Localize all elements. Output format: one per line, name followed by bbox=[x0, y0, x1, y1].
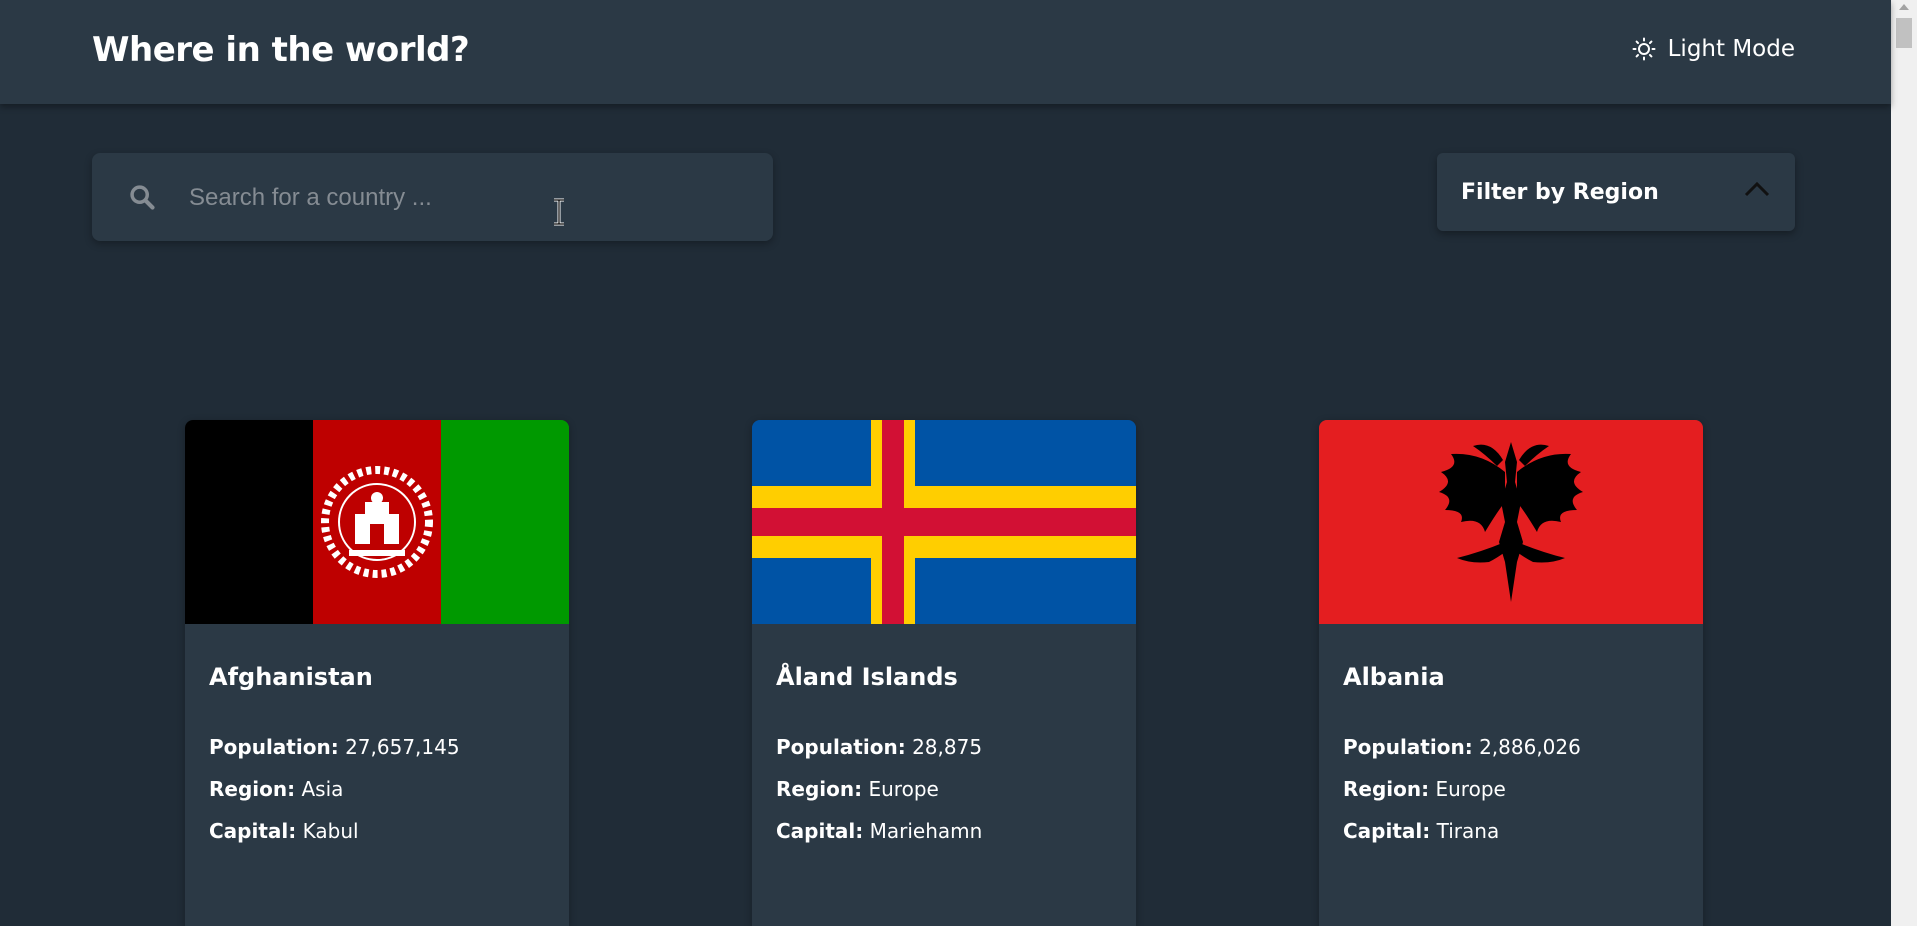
top-bar: Where in the world? Light Mode bbox=[0, 0, 1891, 104]
capital-row: Capital: Kabul bbox=[209, 818, 460, 860]
filter-by-region-dropdown[interactable]: Filter by Region bbox=[1437, 153, 1795, 231]
country-card[interactable]: Åland Islands Population: 28,875 Region:… bbox=[752, 420, 1136, 926]
region-label: Region: bbox=[209, 777, 296, 801]
population-label: Population: bbox=[1343, 735, 1473, 759]
region-row: Region: Asia bbox=[209, 776, 460, 818]
theme-toggle-label: Light Mode bbox=[1667, 36, 1795, 62]
country-facts: Population: 28,875 Region: Europe Capita… bbox=[776, 734, 982, 860]
population-row: Population: 28,875 bbox=[776, 734, 982, 776]
capital-label: Capital: bbox=[776, 819, 864, 843]
scrollbar-thumb[interactable] bbox=[1896, 18, 1912, 48]
country-facts: Population: 27,657,145 Region: Asia Capi… bbox=[209, 734, 460, 860]
capital-label: Capital: bbox=[209, 819, 297, 843]
search-icon bbox=[130, 185, 155, 210]
app-title: Where in the world? bbox=[92, 30, 470, 70]
search-input[interactable] bbox=[187, 173, 751, 223]
capital-value: Tirana bbox=[1436, 819, 1500, 843]
country-name: Åland Islands bbox=[776, 663, 958, 691]
sun-icon bbox=[1632, 37, 1656, 61]
region-value: Europe bbox=[868, 777, 939, 801]
page: Where in the world? Light Mode Filter by… bbox=[0, 0, 1891, 926]
region-label: Region: bbox=[1343, 777, 1430, 801]
population-row: Population: 27,657,145 bbox=[209, 734, 460, 776]
flag-afghanistan bbox=[185, 420, 569, 624]
population-value: 28,875 bbox=[912, 735, 983, 759]
capital-row: Capital: Tirana bbox=[1343, 818, 1581, 860]
scroll-up-arrow-icon[interactable] bbox=[1899, 4, 1909, 10]
region-value: Europe bbox=[1435, 777, 1506, 801]
population-label: Population: bbox=[776, 735, 906, 759]
country-name: Albania bbox=[1343, 663, 1445, 691]
capital-label: Capital: bbox=[1343, 819, 1431, 843]
country-card[interactable]: Albania Population: 2,886,026 Region: Eu… bbox=[1319, 420, 1703, 926]
population-value: 27,657,145 bbox=[345, 735, 460, 759]
capital-value: Kabul bbox=[302, 819, 359, 843]
population-value: 2,886,026 bbox=[1479, 735, 1581, 759]
chevron-up-icon bbox=[1744, 181, 1770, 197]
population-row: Population: 2,886,026 bbox=[1343, 734, 1581, 776]
theme-toggle-button[interactable]: Light Mode bbox=[1632, 36, 1795, 62]
filter-label: Filter by Region bbox=[1461, 180, 1659, 205]
country-name: Afghanistan bbox=[209, 663, 373, 691]
region-row: Region: Europe bbox=[1343, 776, 1581, 818]
flag-aland-islands bbox=[752, 420, 1136, 624]
country-card[interactable]: Afghanistan Population: 27,657,145 Regio… bbox=[185, 420, 569, 926]
search-box[interactable] bbox=[92, 153, 773, 241]
vertical-scrollbar[interactable] bbox=[1891, 0, 1917, 926]
region-row: Region: Europe bbox=[776, 776, 982, 818]
capital-value: Mariehamn bbox=[869, 819, 983, 843]
country-facts: Population: 2,886,026 Region: Europe Cap… bbox=[1343, 734, 1581, 860]
flag-albania bbox=[1319, 420, 1703, 624]
population-label: Population: bbox=[209, 735, 339, 759]
region-label: Region: bbox=[776, 777, 863, 801]
region-value: Asia bbox=[301, 777, 344, 801]
capital-row: Capital: Mariehamn bbox=[776, 818, 982, 860]
text-cursor-icon bbox=[554, 198, 564, 226]
